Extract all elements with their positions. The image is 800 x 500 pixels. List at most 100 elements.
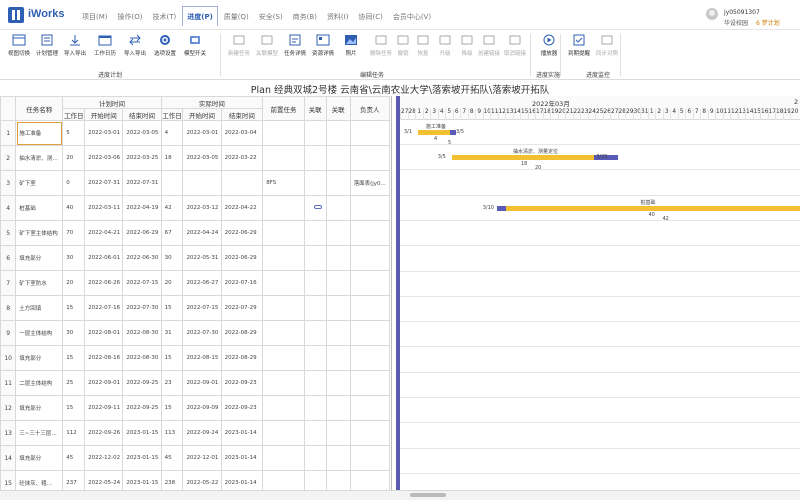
- cell-plan-days[interactable]: 20: [62, 270, 86, 296]
- cell-actual-days[interactable]: 15: [160, 295, 184, 321]
- table-row[interactable]: 1 施工准备 5 2022-03-01 2022-03-05 4 2022-03-01 202…: [0, 120, 391, 146]
- cell-actual-start[interactable]: 2022-09-01: [182, 370, 222, 396]
- cell-link-1[interactable]: [303, 245, 327, 271]
- cell-task-name[interactable]: 二层主体结构: [15, 370, 64, 396]
- cell-owner[interactable]: [349, 245, 391, 271]
- cell-link-2[interactable]: [325, 195, 351, 221]
- cell-link-1[interactable]: [303, 120, 327, 146]
- cell-actual-start[interactable]: 2022-04-24: [182, 220, 222, 246]
- cell-plan-end[interactable]: 2022-06-30: [122, 245, 162, 271]
- nav-technology[interactable]: 技术(T): [149, 10, 181, 26]
- cell-actual-end[interactable]: 2022-07-16: [220, 270, 264, 296]
- cell-plan-end[interactable]: 2022-07-31: [122, 170, 162, 196]
- cell-actual-days[interactable]: 20: [160, 270, 184, 296]
- cell-plan-start[interactable]: 2022-08-16: [84, 345, 124, 371]
- row-number[interactable]: 10: [0, 345, 17, 371]
- cell-plan-end[interactable]: 2022-08-30: [122, 320, 162, 346]
- cell-predecessor[interactable]: [262, 295, 305, 321]
- cell-task-name[interactable]: 三~三十三层主体: [15, 420, 64, 446]
- cell-plan-start[interactable]: 2022-03-06: [84, 145, 124, 171]
- gantt-progress[interactable]: [496, 205, 506, 211]
- tool-calendar-button[interactable]: 工作日历: [88, 34, 122, 57]
- cell-predecessor[interactable]: 8FS: [262, 170, 305, 196]
- cell-plan-start[interactable]: 2022-05-24: [84, 470, 124, 490]
- table-row[interactable]: 3 矿下室 0 2022-07-31 2022-07-31 8FS 落面表(jy0...: [0, 170, 391, 196]
- cell-predecessor[interactable]: [262, 120, 305, 146]
- cell-predecessor[interactable]: [262, 270, 305, 296]
- cell-task-name[interactable]: 填充部分: [15, 345, 64, 371]
- gantt-row[interactable]: [400, 424, 800, 449]
- cell-predecessor[interactable]: [262, 220, 305, 246]
- cell-plan-days[interactable]: 45: [62, 445, 86, 471]
- cell-plan-start[interactable]: 2022-09-11: [84, 395, 124, 421]
- cell-plan-end[interactable]: 2022-09-25: [122, 370, 162, 396]
- cell-predecessor[interactable]: [262, 345, 305, 371]
- cell-task-name[interactable]: 桩基础: [15, 195, 64, 221]
- gantt-row[interactable]: [400, 449, 800, 474]
- cell-actual-end[interactable]: 2023-01-14: [220, 445, 264, 471]
- cell-actual-start[interactable]: 2022-07-15: [182, 295, 222, 321]
- cell-actual-end[interactable]: [220, 170, 264, 196]
- gantt-row[interactable]: [400, 398, 800, 424]
- nav-member-center[interactable]: 会员中心(V): [389, 10, 435, 26]
- gantt-row[interactable]: [400, 221, 800, 247]
- link-model-icon[interactable]: [313, 205, 322, 209]
- cell-actual-start[interactable]: 2022-09-09: [182, 395, 222, 421]
- cell-plan-days[interactable]: 0: [62, 170, 86, 196]
- cell-link-1[interactable]: [303, 370, 327, 396]
- cell-owner[interactable]: [349, 120, 391, 146]
- avatar[interactable]: [706, 8, 718, 20]
- cell-plan-end[interactable]: 2023-01-15: [122, 445, 162, 471]
- cell-owner[interactable]: [349, 320, 391, 346]
- cell-task-name[interactable]: 抽水清淤、测量定位: [15, 145, 64, 171]
- cell-link-2[interactable]: [325, 120, 351, 146]
- row-number[interactable]: 1: [0, 120, 17, 146]
- table-row[interactable]: 10 填充部分 15 2022-08-16 2022-08-30 15 2022-08-15…: [0, 345, 391, 371]
- cell-actual-days[interactable]: 30: [160, 245, 184, 271]
- gantt-row[interactable]: [400, 297, 800, 323]
- cell-actual-days[interactable]: [160, 170, 184, 196]
- row-number[interactable]: 9: [0, 320, 17, 346]
- cell-actual-days[interactable]: 4: [160, 120, 184, 146]
- col-plan-end[interactable]: 结束时间: [122, 108, 162, 121]
- table-row[interactable]: 15 砼抹灰、粗... 237 2022-05-24 2023-01-15 238 2022…: [0, 470, 391, 490]
- gantt-row[interactable]: [400, 247, 800, 272]
- cell-task-name[interactable]: 填充部分: [15, 245, 64, 271]
- cell-plan-days[interactable]: 30: [62, 245, 86, 271]
- cell-owner[interactable]: [349, 220, 391, 246]
- cell-plan-days[interactable]: 237: [62, 470, 86, 490]
- tool-model-button[interactable]: 模型开关: [178, 34, 212, 57]
- col-actual-end[interactable]: 结束时间: [220, 108, 264, 121]
- table-row[interactable]: 6 填充部分 30 2022-06-01 2022-06-30 30 2022-05-31 2…: [0, 245, 391, 271]
- table-row[interactable]: 11 二层主体结构 25 2022-09-01 2022-09-25 23 2022-09-…: [0, 370, 391, 396]
- cell-link-1[interactable]: [303, 270, 327, 296]
- cell-owner[interactable]: [349, 345, 391, 371]
- cell-actual-days[interactable]: 45: [160, 445, 184, 471]
- cell-link-2[interactable]: [325, 145, 351, 171]
- cell-plan-start[interactable]: 2022-03-11: [84, 195, 124, 221]
- cell-predecessor[interactable]: [262, 395, 305, 421]
- nav-business[interactable]: 商务(B): [289, 10, 321, 26]
- cell-predecessor[interactable]: [262, 195, 305, 221]
- table-row[interactable]: 7 矿下室防水 20 2022-06-26 2022-07-15 20 2022-06-27…: [0, 270, 391, 296]
- cell-actual-start[interactable]: 2022-03-12: [182, 195, 222, 221]
- gantt-bar[interactable]: [496, 205, 800, 211]
- cell-plan-end[interactable]: 2022-03-05: [122, 120, 162, 146]
- cell-link-2[interactable]: [325, 370, 351, 396]
- cell-plan-end[interactable]: 2022-08-30: [122, 345, 162, 371]
- cell-actual-end[interactable]: 2022-07-29: [220, 295, 264, 321]
- cell-plan-end[interactable]: 2022-07-30: [122, 295, 162, 321]
- table-row[interactable]: 12 填充部分 15 2022-09-11 2022-09-25 15 2022-09-09…: [0, 395, 391, 421]
- cell-owner[interactable]: [349, 145, 391, 171]
- cell-link-2[interactable]: [325, 345, 351, 371]
- cell-predecessor[interactable]: [262, 320, 305, 346]
- cell-plan-days[interactable]: 20: [62, 145, 86, 171]
- cell-owner[interactable]: 落面表(jy0...: [349, 170, 391, 196]
- col-plan-days[interactable]: 工作日: [62, 108, 86, 121]
- cell-predecessor[interactable]: [262, 470, 305, 490]
- cell-plan-start[interactable]: 2022-07-31: [84, 170, 124, 196]
- row-number[interactable]: 4: [0, 195, 17, 221]
- cell-task-name[interactable]: 施工准备: [15, 120, 64, 146]
- row-number[interactable]: 6: [0, 245, 17, 271]
- cell-actual-start[interactable]: 2022-03-01: [182, 120, 222, 146]
